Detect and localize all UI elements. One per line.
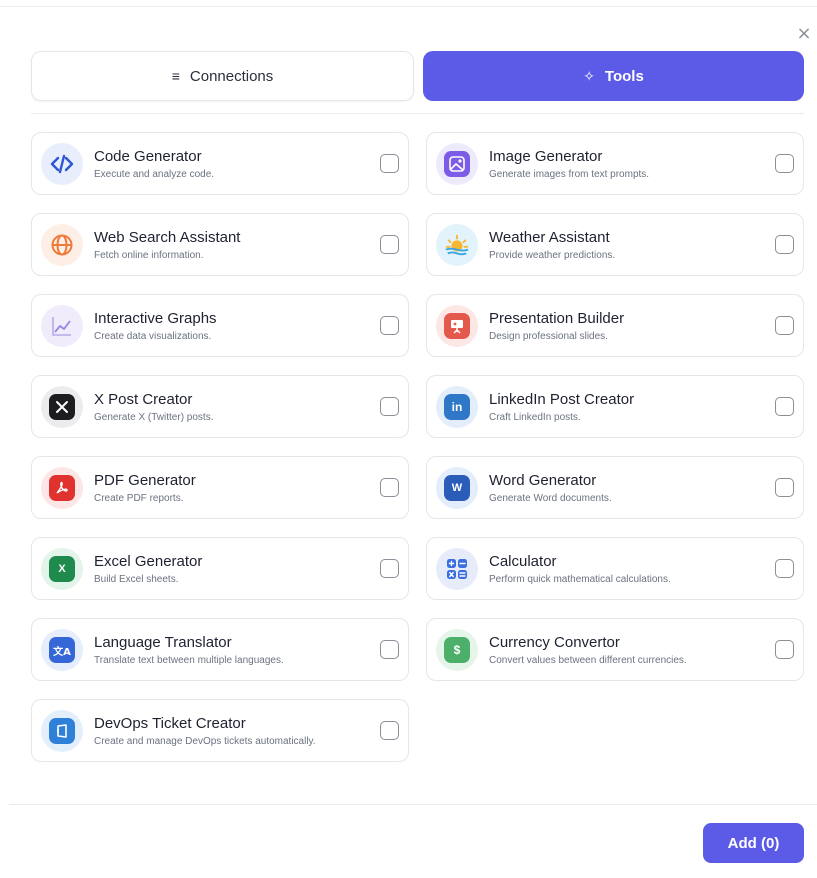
devops-icon [41, 710, 83, 752]
tab-connections-label: Connections [189, 67, 274, 85]
tool-card-web-search-assistant[interactable]: Web Search Assistant Fetch online informa… [31, 213, 409, 276]
tool-title: Presentation Builder [489, 310, 625, 327]
code-icon [41, 143, 83, 185]
currency-icon: $ [436, 629, 478, 671]
tool-description: Execute and analyze code. [94, 169, 215, 180]
tool-title: Calculator [489, 553, 557, 570]
tool-checkbox[interactable] [380, 154, 399, 173]
tool-card-interactive-graphs[interactable]: Interactive Graphs Create data visualizat… [31, 294, 409, 357]
tool-checkbox[interactable] [380, 721, 399, 740]
tool-card-pdf-generator[interactable]: PDF Generator Create PDF reports. [31, 456, 409, 519]
tool-description: Perform quick mathematical calculations. [489, 574, 671, 585]
tool-title: DevOps Ticket Creator [94, 715, 246, 732]
tool-description: Fetch online information. [94, 250, 204, 261]
image-icon [436, 143, 478, 185]
tab-tools-label: Tools [604, 67, 644, 85]
tool-card-devops-ticket-creator[interactable]: DevOps Ticket Creator Create and manage D… [31, 699, 409, 762]
tool-title: Web Search Assistant [94, 229, 241, 246]
tool-description: Generate X (Twitter) posts. [94, 412, 214, 423]
graph-icon [41, 305, 83, 347]
tool-card-linkedin-post-creator[interactable]: in LinkedIn Post Creator Craft LinkedIn po… [426, 375, 804, 438]
word-icon: W [436, 467, 478, 509]
tool-checkbox[interactable] [380, 640, 399, 659]
tool-title: Weather Assistant [489, 229, 610, 246]
tabs-divider [31, 113, 804, 114]
tool-title: Excel Generator [94, 553, 203, 570]
tool-description: Translate text between multiple language… [94, 655, 284, 666]
tool-card-calculator[interactable]: Calculator Perform quick mathematical cal… [426, 537, 804, 600]
menu-icon: ≡ [171, 68, 180, 84]
tool-title: LinkedIn Post Creator [489, 391, 635, 408]
tool-title: Code Generator [94, 148, 202, 165]
tool-card-image-generator[interactable]: Image Generator Generate images from text… [426, 132, 804, 195]
tool-checkbox[interactable] [775, 154, 794, 173]
tool-description: Generate Word documents. [489, 493, 612, 504]
close-icon[interactable]: × [794, 24, 814, 44]
tool-checkbox[interactable] [775, 316, 794, 335]
tool-checkbox[interactable] [380, 478, 399, 497]
tool-checkbox[interactable] [380, 397, 399, 416]
tool-card-currency-convertor[interactable]: $ Currency Convertor Convert values betwee… [426, 618, 804, 681]
excel-icon: X [41, 548, 83, 590]
tool-card-code-generator[interactable]: Code Generator Execute and analyze code. [31, 132, 409, 195]
footer-divider [9, 804, 817, 805]
tool-description: Create and manage DevOps tickets automat… [94, 736, 316, 747]
presentation-icon [436, 305, 478, 347]
tab-connections[interactable]: ≡ Connections [31, 51, 414, 101]
tool-card-excel-generator[interactable]: X Excel Generator Build Excel sheets. [31, 537, 409, 600]
tool-card-weather-assistant[interactable]: Weather Assistant Provide weather predict… [426, 213, 804, 276]
magic-wand-icon: ✧ [583, 67, 595, 84]
tool-checkbox[interactable] [775, 640, 794, 659]
tool-description: Create data visualizations. [94, 331, 212, 342]
linkedin-icon: in [436, 386, 478, 428]
top-divider [0, 6, 817, 7]
translate-icon: 文A [41, 629, 83, 671]
globe-icon [41, 224, 83, 266]
tool-title: Interactive Graphs [94, 310, 217, 327]
tool-title: Image Generator [489, 148, 603, 165]
tool-title: X Post Creator [94, 391, 193, 408]
x-logo-icon [41, 386, 83, 428]
tool-checkbox[interactable] [380, 316, 399, 335]
tool-checkbox[interactable] [380, 235, 399, 254]
calculator-icon [436, 548, 478, 590]
tool-description: Build Excel sheets. [94, 574, 179, 585]
tool-checkbox[interactable] [775, 235, 794, 254]
tool-description: Convert values between different currenc… [489, 655, 687, 666]
sunrise-icon [436, 224, 478, 266]
tool-title: Currency Convertor [489, 634, 620, 651]
tool-description: Craft LinkedIn posts. [489, 412, 581, 423]
tool-checkbox[interactable] [380, 559, 399, 578]
tool-title: PDF Generator [94, 472, 196, 489]
tool-title: Language Translator [94, 634, 232, 651]
add-button[interactable]: Add (0) [703, 823, 804, 863]
tool-description: Generate images from text prompts. [489, 169, 650, 180]
pdf-icon [41, 467, 83, 509]
tool-card-x-post-creator[interactable]: X Post Creator Generate X (Twitter) posts… [31, 375, 409, 438]
tool-card-word-generator[interactable]: W Word Generator Generate Word documents. [426, 456, 804, 519]
tool-card-language-translator[interactable]: 文A Language Translator Translate text betw… [31, 618, 409, 681]
tab-tools[interactable]: ✧ Tools [423, 51, 804, 101]
tool-checkbox[interactable] [775, 397, 794, 416]
tool-checkbox[interactable] [775, 478, 794, 497]
tool-description: Design professional slides. [489, 331, 608, 342]
tool-description: Create PDF reports. [94, 493, 184, 504]
tool-card-presentation-builder[interactable]: Presentation Builder Design professional … [426, 294, 804, 357]
tab-bar: ≡ Connections ✧ Tools [31, 51, 804, 101]
tool-description: Provide weather predictions. [489, 250, 616, 261]
tool-title: Word Generator [489, 472, 597, 489]
tool-checkbox[interactable] [775, 559, 794, 578]
